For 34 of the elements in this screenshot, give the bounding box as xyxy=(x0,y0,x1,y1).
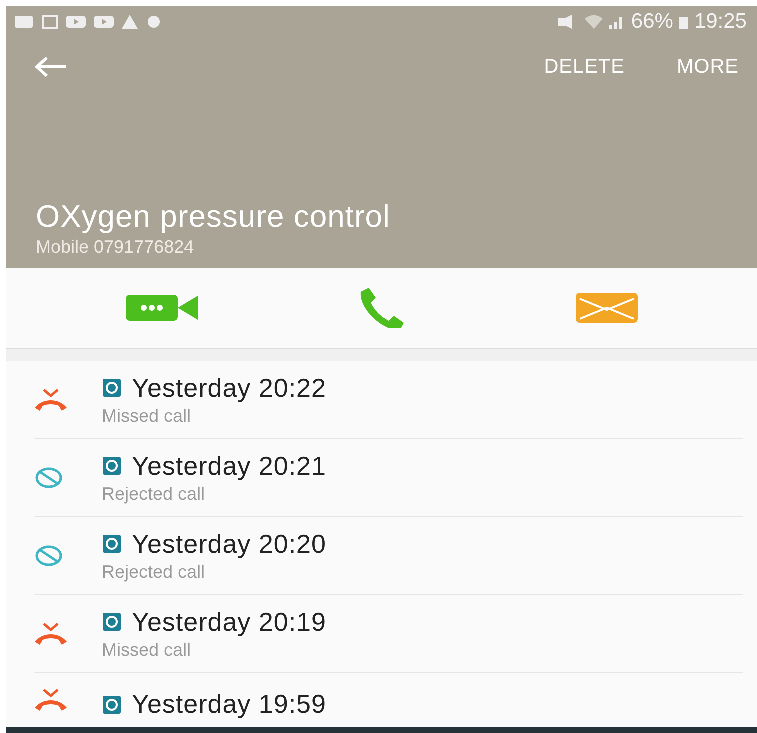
status-time: 19:25 xyxy=(694,10,747,34)
call-type: Missed call xyxy=(102,406,192,426)
call-type: Missed call xyxy=(102,640,192,660)
missed-call-icon xyxy=(34,689,68,711)
call-time: Yesterday 20:21 xyxy=(132,450,326,482)
battery-percentage: 66% xyxy=(631,10,674,34)
rejected-call-icon xyxy=(34,466,64,488)
missed-call-icon xyxy=(34,622,68,644)
sim-icon xyxy=(102,694,122,714)
toolbar-button[interactable]: MORE xyxy=(669,52,747,82)
call-type: Rejected call xyxy=(102,484,206,504)
battery-icon xyxy=(679,15,688,29)
contact-name: OXygen pressure control xyxy=(36,199,392,235)
call-type: Rejected call xyxy=(102,562,206,582)
toolbar-button[interactable]: DELETE xyxy=(536,52,633,82)
call-time: Yesterday 20:20 xyxy=(132,528,326,560)
missed-call-icon xyxy=(34,388,68,410)
sim-icon xyxy=(102,456,122,476)
gallery-icon xyxy=(42,15,58,29)
back-arrow-icon[interactable] xyxy=(34,56,68,78)
call-time: Yesterday 20:19 xyxy=(132,606,326,638)
message-icon[interactable] xyxy=(576,293,638,323)
call-time: Yesterday 19:59 xyxy=(132,689,326,720)
video-call-icon[interactable] xyxy=(126,293,198,323)
call-time: Yesterday 20:22 xyxy=(132,372,326,404)
contact-number: Mobile 0791776824 xyxy=(36,237,196,258)
sim-icon xyxy=(102,378,122,398)
video-icon xyxy=(94,15,114,29)
warning-icon xyxy=(122,15,138,29)
video-icon xyxy=(66,15,86,29)
wifi-icon xyxy=(585,15,604,29)
rejected-call-icon xyxy=(34,544,64,566)
sim-icon xyxy=(102,612,122,632)
sim-icon xyxy=(102,534,122,554)
